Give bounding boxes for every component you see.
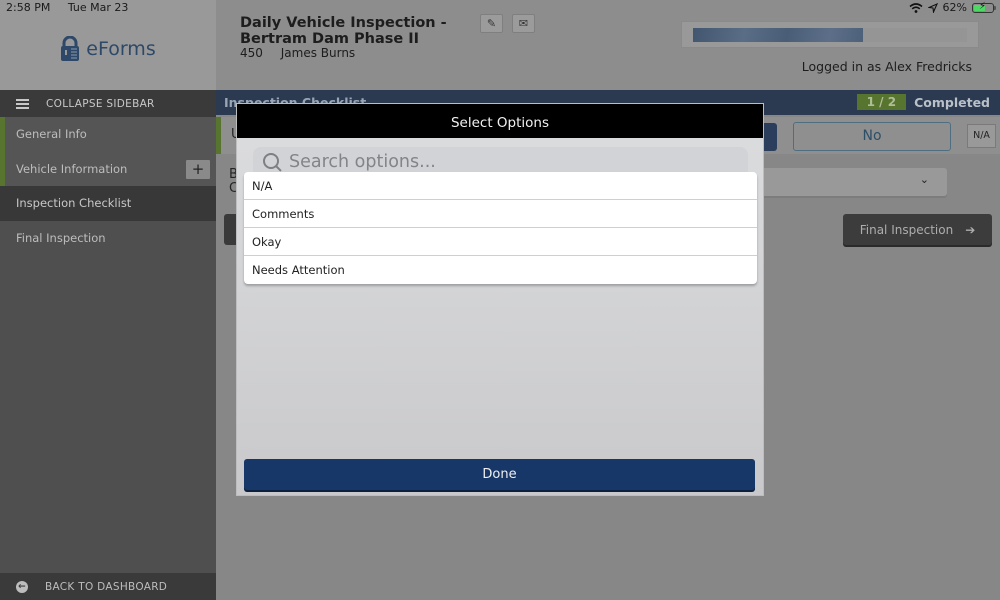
location-icon xyxy=(927,2,938,13)
sidebar-item-inspection-checklist[interactable]: Inspection Checklist xyxy=(0,186,216,221)
select-options-modal: Select Options N/A Comments Okay Needs A… xyxy=(236,103,764,496)
search-input[interactable] xyxy=(289,152,729,172)
progress-track xyxy=(693,28,967,42)
back-arrow-icon: ← xyxy=(16,580,28,593)
padlock-logo-icon xyxy=(61,36,80,61)
document-person: James Burns xyxy=(280,46,356,60)
final-inspection-button[interactable]: Final Inspection ➔ xyxy=(843,214,992,245)
sidebar-item-label: Vehicle Information xyxy=(16,161,128,176)
completed-label: Completed xyxy=(914,94,990,110)
sidebar-item-general-info[interactable]: General Info xyxy=(0,117,216,152)
option-item-okay[interactable]: Okay xyxy=(244,228,757,256)
wifi-icon xyxy=(909,2,923,13)
back-to-dashboard-button[interactable]: ← BACK TO DASHBOARD xyxy=(0,573,216,600)
option-item-na[interactable]: N/A xyxy=(244,172,757,200)
sidebar-item-label: Inspection Checklist xyxy=(16,196,132,211)
logo-text: eForms xyxy=(86,38,156,60)
back-to-dashboard-label: BACK TO DASHBOARD xyxy=(45,580,168,593)
completion-count-badge: 1 / 2 xyxy=(856,94,907,110)
battery-percent: 62% xyxy=(942,1,967,14)
sidebar-item-label: Final Inspection xyxy=(16,230,106,245)
email-button[interactable]: ✉ xyxy=(512,14,535,33)
logged-in-user: Logged in as Alex Fredricks xyxy=(801,59,972,74)
header: Daily Vehicle Inspection - Bertram Dam P… xyxy=(216,0,1000,90)
collapse-sidebar-label: COLLAPSE SIDEBAR xyxy=(46,97,155,110)
collapse-sidebar-button[interactable]: COLLAPSE SIDEBAR xyxy=(0,90,216,117)
status-date: Tue Mar 23 xyxy=(67,1,129,14)
page-title: Daily Vehicle Inspection - Bertram Dam P… xyxy=(240,15,447,47)
na-button[interactable]: N/A xyxy=(967,124,996,148)
envelope-icon: ✉ xyxy=(518,17,529,30)
document-subtitle: 450 James Burns xyxy=(240,46,369,60)
battery-charging-icon: ⚡ xyxy=(972,0,996,13)
modal-title: Select Options xyxy=(237,104,763,138)
add-vehicle-button[interactable]: + xyxy=(186,159,210,179)
sidebar-item-vehicle-information[interactable]: Vehicle Information + xyxy=(0,151,216,186)
final-inspection-label: Final Inspection xyxy=(859,222,954,237)
arrow-right-icon: ➔ xyxy=(965,222,976,237)
option-item-needs-attention[interactable]: Needs Attention xyxy=(244,256,757,284)
chevron-down-icon: ⌄ xyxy=(919,173,929,186)
progress-fill xyxy=(693,28,863,42)
section-progress: 1 / 2 Completed xyxy=(856,94,990,110)
hamburger-icon xyxy=(16,97,29,111)
no-button[interactable]: No xyxy=(793,122,951,151)
status-bar-right: 62% ⚡ xyxy=(909,0,996,14)
bolt-icon: ⚡ xyxy=(979,0,987,12)
status-bar-left: 2:58 PM Tue Mar 23 xyxy=(6,1,142,14)
document-number: 450 xyxy=(240,46,263,60)
status-time: 2:58 PM xyxy=(6,1,51,14)
pencil-icon: ✎ xyxy=(486,17,497,30)
option-item-comments[interactable]: Comments xyxy=(244,200,757,228)
form-progress xyxy=(681,21,979,48)
done-button[interactable]: Done xyxy=(244,459,755,490)
edit-button[interactable]: ✎ xyxy=(480,14,503,33)
sidebar-item-final-inspection[interactable]: Final Inspection xyxy=(0,221,216,256)
options-list: N/A Comments Okay Needs Attention xyxy=(244,172,757,284)
search-icon xyxy=(261,151,283,173)
sidebar: eForms COLLAPSE SIDEBAR General Info Veh… xyxy=(0,0,216,600)
sidebar-item-label: General Info xyxy=(16,127,87,142)
